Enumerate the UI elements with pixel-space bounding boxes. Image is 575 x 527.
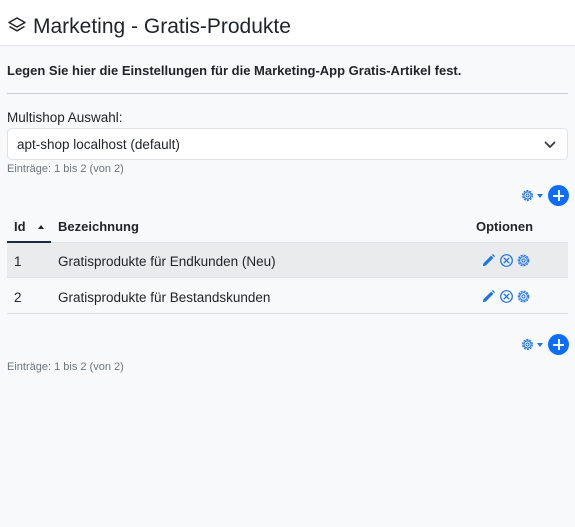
settings-icon[interactable] xyxy=(516,289,531,304)
chevron-down-icon xyxy=(544,141,556,148)
table-row: 2 Gratisprodukte für Bestandskunden xyxy=(7,279,568,314)
layers-icon xyxy=(8,17,26,32)
entries-info-bottom: Einträge: 1 bis 2 (von 2) xyxy=(7,361,124,373)
column-header-id[interactable]: Id xyxy=(14,219,26,234)
edit-icon[interactable] xyxy=(481,289,496,304)
page-header: Marketing - Gratis-Produkte xyxy=(0,0,575,46)
intro-text: Legen Sie hier die Einstellungen für die… xyxy=(7,63,462,78)
gear-icon[interactable] xyxy=(520,337,535,352)
multishop-select[interactable]: apt-shop localhost (default) xyxy=(7,128,568,160)
gear-icon[interactable] xyxy=(520,188,535,203)
settings-icon[interactable] xyxy=(516,253,531,268)
divider xyxy=(7,93,568,94)
caret-down-icon[interactable] xyxy=(537,343,543,347)
row-name: Gratisprodukte für Endkunden (Neu) xyxy=(58,254,276,269)
delete-icon[interactable] xyxy=(499,289,514,304)
table-toolbar-bottom xyxy=(520,334,569,356)
multishop-selected-value: apt-shop localhost (default) xyxy=(17,137,180,152)
add-button[interactable] xyxy=(548,185,569,206)
page-title: Marketing - Gratis-Produkte xyxy=(33,15,291,38)
add-button[interactable] xyxy=(548,334,569,355)
row-name: Gratisprodukte für Bestandskunden xyxy=(58,290,271,305)
table-toolbar-top xyxy=(520,185,569,207)
caret-down-icon[interactable] xyxy=(537,194,543,198)
column-header-optionen: Optionen xyxy=(476,219,534,234)
delete-icon[interactable] xyxy=(499,253,514,268)
edit-icon[interactable] xyxy=(481,253,496,268)
row-id: 2 xyxy=(14,290,22,305)
table-row: 1 Gratisprodukte für Endkunden (Neu) xyxy=(7,243,568,278)
entries-info-top: Einträge: 1 bis 2 (von 2) xyxy=(7,163,124,175)
sort-ascending-icon[interactable] xyxy=(38,225,44,229)
column-header-bezeichnung[interactable]: Bezeichnung xyxy=(58,219,139,234)
multishop-label: Multishop Auswahl: xyxy=(7,110,123,125)
row-id: 1 xyxy=(14,254,22,269)
